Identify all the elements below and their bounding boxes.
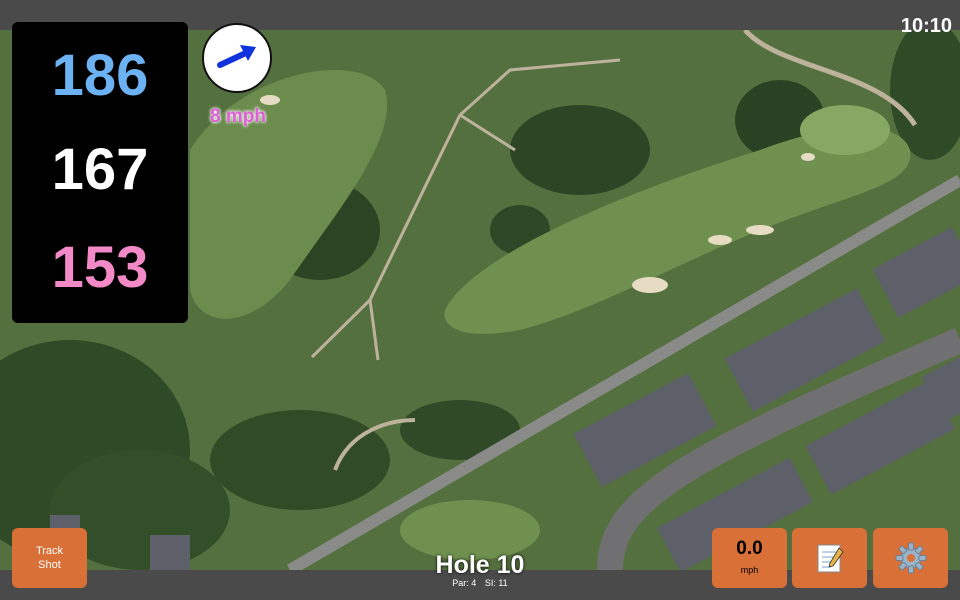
gear-icon xyxy=(895,542,926,574)
clock: 10:10 xyxy=(900,15,952,37)
track-shot-button[interactable]: Track Shot xyxy=(12,528,87,588)
track-shot-label-line2: Shot xyxy=(38,559,61,571)
wind-speed-label: 8 mph xyxy=(210,106,266,127)
hole-title: Hole 10 xyxy=(435,551,525,579)
speed-unit: mph xyxy=(740,565,759,575)
distance-panel: 186 167 153 xyxy=(12,22,188,323)
notepad-icon xyxy=(817,544,844,573)
hole-si: SI: 11 xyxy=(484,578,508,588)
speed-value: 0.0 xyxy=(736,538,763,559)
distance-front: 153 xyxy=(51,235,149,300)
arrow-icon xyxy=(217,45,256,68)
distance-back: 186 xyxy=(51,43,149,108)
track-shot-label-line1: Track xyxy=(35,545,64,557)
hole-par: Par: 4 xyxy=(452,578,477,588)
settings-button[interactable] xyxy=(873,528,948,588)
hole-meta: Par: 4 SI: 11 xyxy=(380,578,580,588)
distance-middle: 167 xyxy=(51,137,149,202)
wind-direction-indicator[interactable] xyxy=(202,23,272,93)
speed-button[interactable]: 0.0 mph xyxy=(712,528,787,588)
notes-button[interactable] xyxy=(792,528,867,588)
